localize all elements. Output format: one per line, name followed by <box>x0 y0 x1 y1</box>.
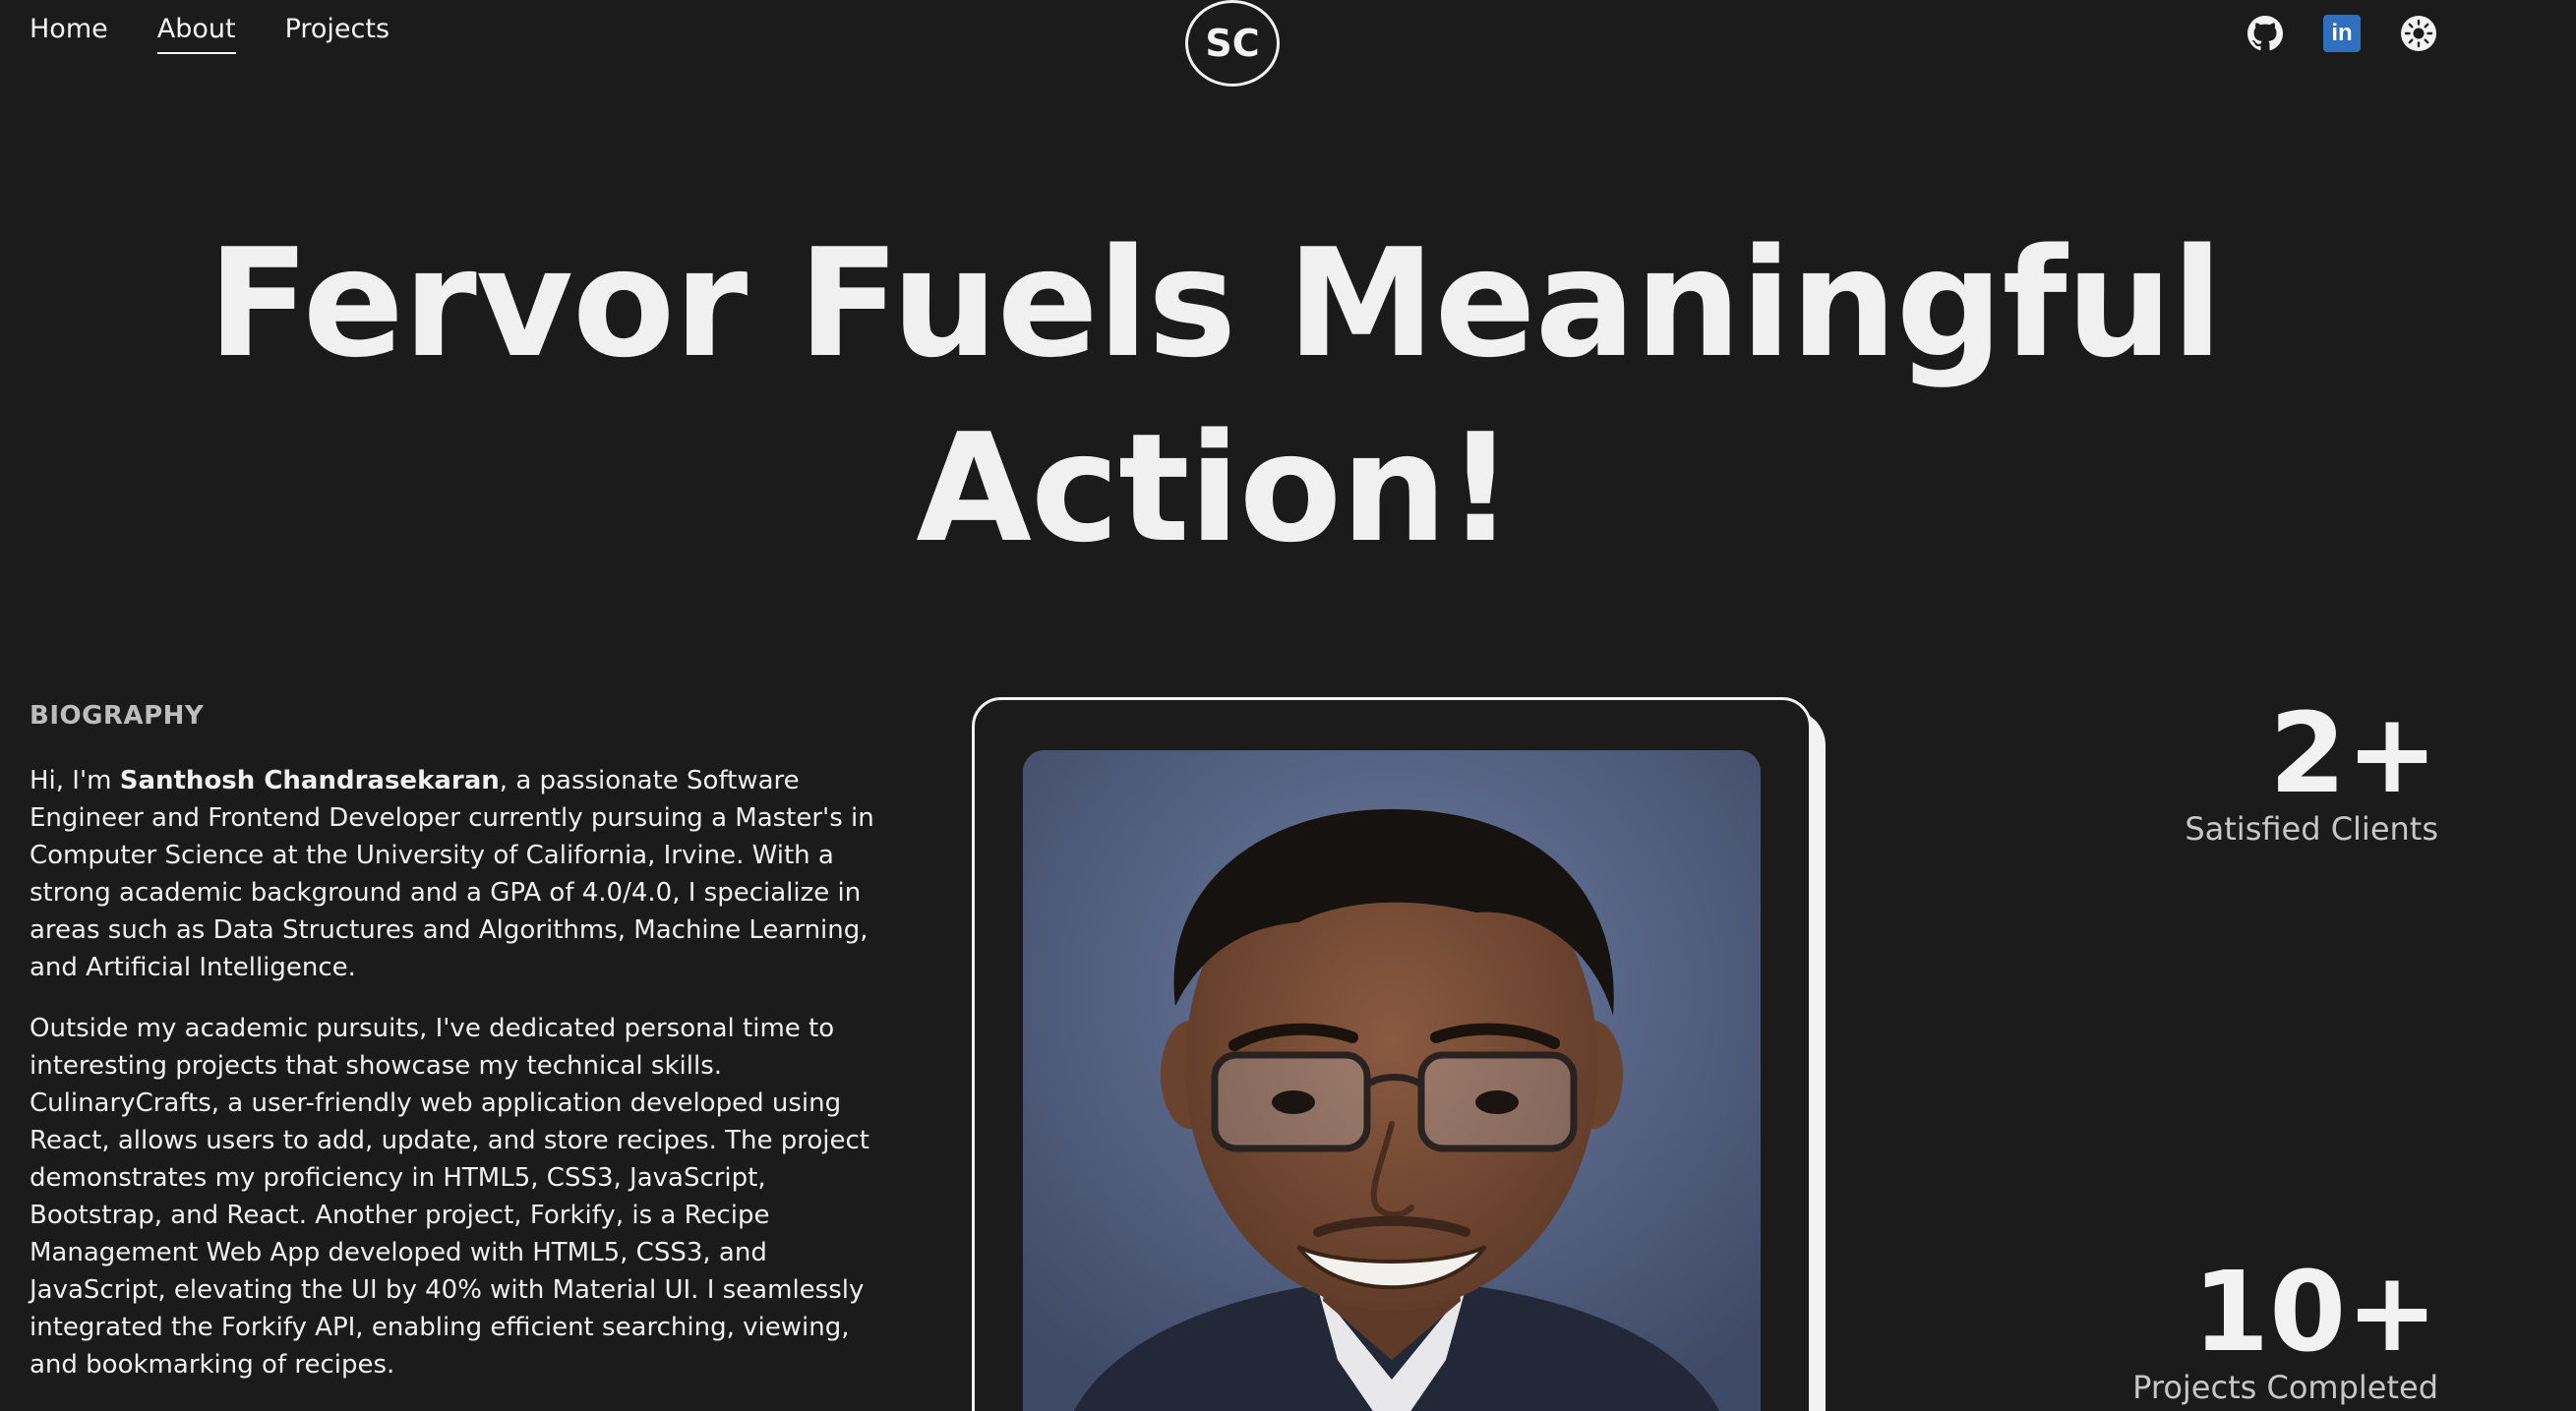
stat-projects-completed: 10+ Projects Completed <box>2132 1249 2438 1406</box>
bio-intro: Hi, I'm <box>30 766 120 795</box>
stat-label: Satisfied Clients <box>2185 810 2438 848</box>
main-nav: Home About Projects <box>30 14 389 54</box>
stat-satisfied-clients: 2+ Satisfied Clients <box>2185 690 2438 848</box>
biography-paragraph-1: Hi, I'm Santhosh Chandrasekaran, a passi… <box>30 762 895 986</box>
hero-heading: Fervor Fuels Meaningful Action! <box>0 211 2429 581</box>
github-icon[interactable] <box>2246 14 2285 53</box>
sun-icon[interactable] <box>2399 14 2438 53</box>
linkedin-icon[interactable]: in <box>2322 14 2362 53</box>
profile-photo <box>1023 750 1761 1411</box>
hero-line-2: Action! <box>916 401 1514 575</box>
social-links: in <box>2246 14 2438 53</box>
page: Home About Projects SC in Fervor Fuels M… <box>0 0 2576 1411</box>
stat-value: 10+ <box>2192 1249 2438 1377</box>
biography-text: Hi, I'm Santhosh Chandrasekaran, a passi… <box>30 762 895 1407</box>
logo[interactable]: SC <box>1185 0 1280 87</box>
stat-label: Projects Completed <box>2132 1369 2438 1406</box>
bio-intro-rest: , a passionate Software Engineer and Fro… <box>30 766 874 982</box>
bio-name: Santhosh Chandrasekaran <box>119 766 500 795</box>
biography-heading: BIOGRAPHY <box>30 701 205 731</box>
linkedin-logo: in <box>2323 15 2361 52</box>
biography-paragraph-2: Outside my academic pursuits, I've dedic… <box>30 1014 869 1380</box>
stat-value: 2+ <box>2269 690 2438 818</box>
hero-line-1: Fervor Fuels Meaningful <box>208 216 2223 390</box>
nav-link-projects[interactable]: Projects <box>285 14 389 54</box>
nav-link-home[interactable]: Home <box>30 14 108 54</box>
nav-link-about[interactable]: About <box>156 14 236 54</box>
